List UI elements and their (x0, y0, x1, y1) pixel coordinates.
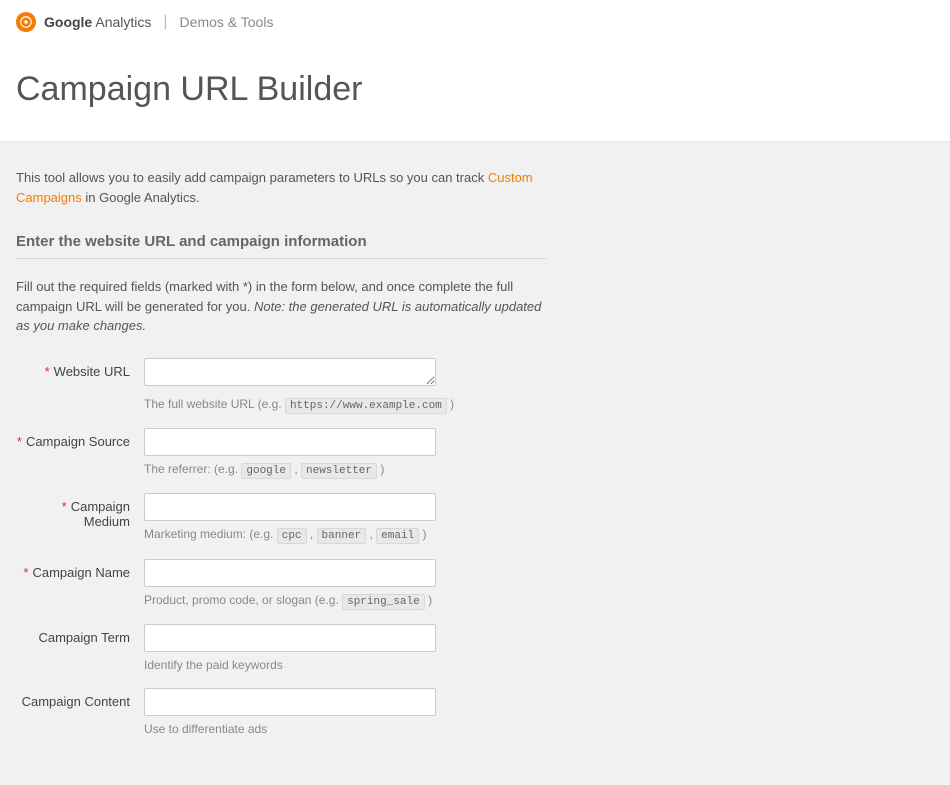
header-divider: | (163, 13, 167, 31)
intro-text: This tool allows you to easily add campa… (16, 168, 546, 207)
label-campaign-name: *Campaign Name (16, 559, 144, 580)
hint-campaign-medium: Marketing medium: (e.g. cpc , banner , e… (144, 526, 546, 544)
hint-campaign-content: Use to differentiate ads (144, 721, 546, 738)
tools-label: Demos & Tools (180, 14, 274, 30)
label-website-url: *Website URL (16, 358, 144, 379)
website-url-input[interactable] (144, 358, 436, 386)
google-analytics-logo-icon (16, 12, 36, 32)
campaign-content-input[interactable] (144, 688, 436, 716)
content-area: This tool allows you to easily add campa… (0, 141, 950, 785)
row-website-url: *Website URL The full website URL (e.g. … (16, 358, 546, 414)
label-campaign-medium: *Campaign Medium (16, 493, 144, 529)
section-heading: Enter the website URL and campaign infor… (16, 233, 546, 259)
row-campaign-term: Campaign Term Identify the paid keywords (16, 624, 546, 674)
hint-campaign-term: Identify the paid keywords (144, 657, 546, 674)
brand-name: Google Analytics (44, 14, 151, 30)
campaign-medium-input[interactable] (144, 493, 436, 521)
row-campaign-medium: *Campaign Medium Marketing medium: (e.g.… (16, 493, 546, 544)
hint-website-url: The full website URL (e.g. https://www.e… (144, 396, 546, 414)
instructions-text: Fill out the required fields (marked wit… (16, 277, 546, 336)
page-title: Campaign URL Builder (0, 44, 950, 141)
hint-campaign-source: The referrer: (e.g. google , newsletter … (144, 461, 546, 479)
hint-campaign-name: Product, promo code, or slogan (e.g. spr… (144, 592, 546, 610)
row-campaign-name: *Campaign Name Product, promo code, or s… (16, 559, 546, 610)
header-bar: Google Analytics | Demos & Tools (0, 0, 950, 44)
campaign-term-input[interactable] (144, 624, 436, 652)
label-campaign-content: Campaign Content (16, 688, 144, 709)
row-campaign-content: Campaign Content Use to differentiate ad… (16, 688, 546, 738)
row-campaign-source: *Campaign Source The referrer: (e.g. goo… (16, 428, 546, 479)
label-campaign-source: *Campaign Source (16, 428, 144, 449)
campaign-source-input[interactable] (144, 428, 436, 456)
campaign-name-input[interactable] (144, 559, 436, 587)
